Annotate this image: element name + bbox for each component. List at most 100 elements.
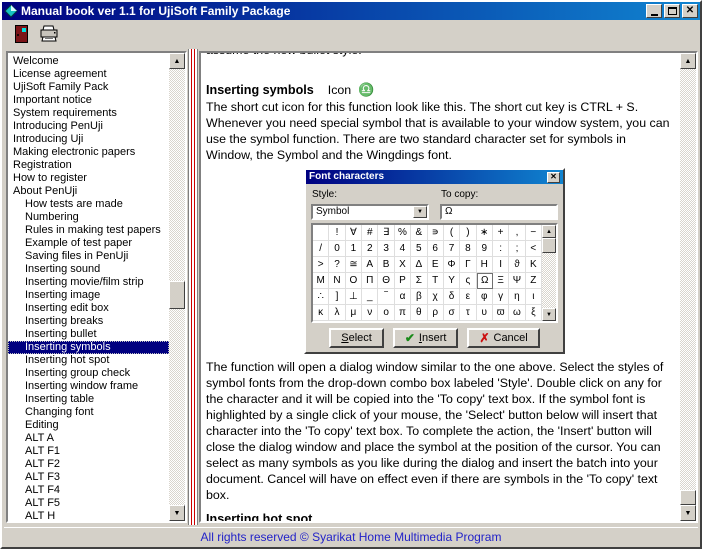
symbol-cell[interactable] xyxy=(313,225,329,241)
symbol-cell[interactable]: ∍ xyxy=(428,225,444,241)
sidebar-item[interactable]: How to register xyxy=(8,172,169,185)
symbol-cell[interactable]: 5 xyxy=(411,241,427,257)
symbol-cell[interactable]: Φ xyxy=(444,257,460,273)
sidebar-item[interactable]: Inserting movie/film strip xyxy=(8,276,169,289)
symbol-cell[interactable]: σ xyxy=(444,305,460,321)
content-scroll-down-icon[interactable]: ▼ xyxy=(680,505,696,521)
symbol-cell[interactable]: λ xyxy=(329,305,345,321)
sidebar-item[interactable]: Inserting image xyxy=(8,289,169,302)
sidebar-scroll-up-icon[interactable]: ▲ xyxy=(169,53,185,69)
sidebar-item[interactable]: System requirements xyxy=(8,107,169,120)
symbol-cell[interactable]: − xyxy=(526,225,542,241)
symbol-cell[interactable]: 9 xyxy=(477,241,493,257)
symbol-cell[interactable]: Ν xyxy=(329,273,345,289)
symbol-cell[interactable]: Α xyxy=(362,257,378,273)
symbol-cell[interactable]: κ xyxy=(313,305,329,321)
symbol-cell[interactable]: ϑ xyxy=(509,257,525,273)
tocopy-input[interactable]: Ω xyxy=(440,204,558,220)
print-button[interactable] xyxy=(39,25,59,42)
symbol-cell[interactable]: Ι xyxy=(493,257,509,273)
symbol-cell[interactable]: υ xyxy=(477,305,493,321)
sidebar-item[interactable]: Inserting table xyxy=(8,393,169,406)
symbol-cell[interactable]: 4 xyxy=(395,241,411,257)
symbol-cell[interactable]: Θ xyxy=(378,273,394,289)
sidebar-item[interactable]: ALT H xyxy=(8,510,169,521)
symbol-cell[interactable]: ∃ xyxy=(378,225,394,241)
symbol-cell[interactable]: ≅ xyxy=(346,257,362,273)
symbol-cell[interactable]: μ xyxy=(346,305,362,321)
symbol-cell[interactable]: ( xyxy=(444,225,460,241)
sidebar-item[interactable]: Inserting sound xyxy=(8,263,169,276)
symbol-cell[interactable]: π xyxy=(395,305,411,321)
symbol-cell[interactable]: ‾ xyxy=(378,289,394,305)
symbol-cell[interactable]: ] xyxy=(329,289,345,305)
symbol-cell[interactable]: Σ xyxy=(411,273,427,289)
symbol-cell[interactable]: Χ xyxy=(395,257,411,273)
symbol-cell[interactable]: Π xyxy=(362,273,378,289)
sidebar-item[interactable]: Editing xyxy=(8,419,169,432)
symbol-cell[interactable]: ξ xyxy=(526,305,542,321)
dialog-close-icon[interactable]: ✕ xyxy=(547,172,560,183)
symbol-cell[interactable]: Μ xyxy=(313,273,329,289)
sidebar-item[interactable]: Inserting edit box xyxy=(8,302,169,315)
symbol-cell[interactable]: 6 xyxy=(428,241,444,257)
symbol-cell[interactable]: β xyxy=(411,289,427,305)
symbol-cell[interactable]: / xyxy=(313,241,329,257)
symbol-cell[interactable]: > xyxy=(313,257,329,273)
symbol-cell[interactable]: Ε xyxy=(428,257,444,273)
symbol-cell[interactable]: θ xyxy=(411,305,427,321)
symbol-cell[interactable]: _ xyxy=(362,289,378,305)
symbol-cell[interactable]: ; xyxy=(509,241,525,257)
content-scroll-thumb[interactable] xyxy=(680,490,696,505)
symbol-cell[interactable]: τ xyxy=(460,305,476,321)
grid-scroll-up-icon[interactable]: ▲ xyxy=(542,225,556,238)
symbol-cell[interactable]: ω xyxy=(509,305,525,321)
sidebar-item[interactable]: ALT A xyxy=(8,432,169,445)
sidebar-item[interactable]: About PenUji xyxy=(8,185,169,198)
symbol-cell[interactable]: ρ xyxy=(428,305,444,321)
sidebar-item[interactable]: Making electronic papers xyxy=(8,146,169,159)
symbol-cell[interactable]: Ψ xyxy=(509,273,525,289)
symbol-cell[interactable]: α xyxy=(395,289,411,305)
symbol-cell[interactable]: 1 xyxy=(346,241,362,257)
symbol-cell[interactable]: , xyxy=(509,225,525,241)
symbol-cell[interactable]: < xyxy=(526,241,542,257)
symbol-cell[interactable]: Κ xyxy=(526,257,542,273)
symbol-cell[interactable]: ∴ xyxy=(313,289,329,305)
grid-scroll-thumb[interactable] xyxy=(542,238,556,253)
sidebar-item[interactable]: Rules in making test papers xyxy=(8,224,169,237)
symbol-cell[interactable]: ν xyxy=(362,305,378,321)
close-button[interactable]: ✕ xyxy=(682,4,698,18)
content-scrollbar[interactable]: ▲ ▼ xyxy=(680,53,696,521)
sidebar-scroll-down-icon[interactable]: ▼ xyxy=(169,505,185,521)
symbol-cell[interactable]: Ζ xyxy=(526,273,542,289)
sidebar-item[interactable]: ALT F2 xyxy=(8,458,169,471)
symbol-cell[interactable]: & xyxy=(411,225,427,241)
splitter[interactable] xyxy=(187,49,199,525)
sidebar-scrollbar[interactable]: ▲ ▼ xyxy=(169,53,185,521)
symbol-cell[interactable]: Υ xyxy=(444,273,460,289)
symbol-cell[interactable]: % xyxy=(395,225,411,241)
symbol-cell[interactable]: 7 xyxy=(444,241,460,257)
symbol-cell[interactable]: : xyxy=(493,241,509,257)
maximize-button[interactable] xyxy=(664,4,680,18)
exit-button[interactable] xyxy=(15,25,28,43)
symbol-cell[interactable]: Γ xyxy=(460,257,476,273)
grid-scrollbar[interactable]: ▲ ▼ xyxy=(542,225,556,321)
symbol-cell[interactable]: ε xyxy=(460,289,476,305)
sidebar-item[interactable]: Changing font xyxy=(8,406,169,419)
minimize-button[interactable] xyxy=(646,4,662,18)
sidebar-item[interactable]: Inserting symbols xyxy=(8,341,169,354)
sidebar-item[interactable]: ALT F1 xyxy=(8,445,169,458)
symbol-cell[interactable]: ! xyxy=(329,225,345,241)
symbol-cell[interactable]: Ω xyxy=(477,273,493,289)
sidebar-item[interactable]: Registration xyxy=(8,159,169,172)
symbol-cell[interactable]: ς xyxy=(460,273,476,289)
symbol-cell[interactable]: η xyxy=(509,289,525,305)
insert-button[interactable]: ✔ Insert xyxy=(393,328,459,348)
symbol-cell[interactable]: + xyxy=(493,225,509,241)
grid-scroll-down-icon[interactable]: ▼ xyxy=(542,308,556,321)
symbol-cell[interactable]: φ xyxy=(477,289,493,305)
symbol-cell[interactable]: Η xyxy=(477,257,493,273)
sidebar-item[interactable]: UjiSoft Family Pack xyxy=(8,81,169,94)
